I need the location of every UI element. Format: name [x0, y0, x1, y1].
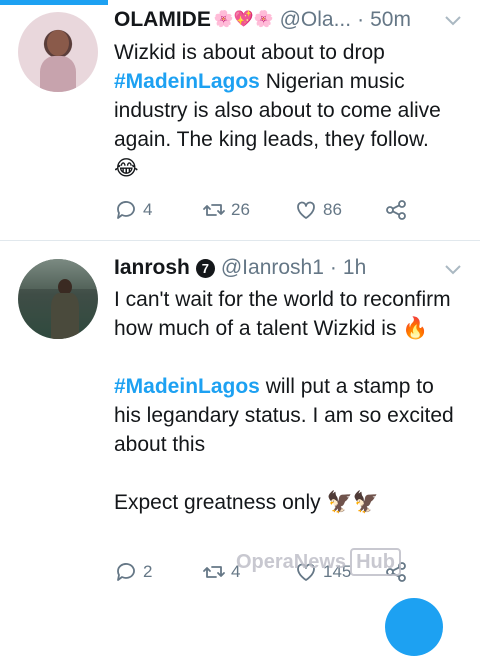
tweet-actions: 4 26 86 [114, 195, 408, 225]
chevron-down-icon[interactable] [444, 11, 462, 29]
name-emoji: 🌸💖🌸 [213, 11, 274, 28]
author-handle[interactable]: @Ianrosh1 [221, 254, 324, 282]
like-button[interactable]: 86 [294, 198, 384, 222]
tweet-header: Ianrosh 7 @Ianrosh1 · 1h [114, 254, 464, 282]
tweet-paragraph: Expect greatness only 🦅🦅 [114, 491, 379, 514]
like-count: 86 [323, 200, 342, 219]
share-button[interactable] [384, 198, 408, 222]
hashtag-link[interactable]: #MadeinLagos [114, 70, 260, 93]
like-icon [297, 201, 315, 219]
tweet-text-part: Wizkid is about about to drop [114, 41, 385, 64]
tweet-time: 50m [370, 8, 411, 31]
reply-button[interactable]: 4 [114, 198, 202, 222]
reply-icon [117, 201, 135, 219]
laughing-emoji: 😂 [114, 157, 139, 180]
watermark-hub: Hub [350, 548, 401, 576]
tweet-card[interactable]: OLAMIDE 🌸💖🌸 @Ola... · 50m Wizkid is abou… [0, 0, 480, 241]
retweet-button[interactable]: 26 [202, 198, 294, 222]
reply-count: 4 [143, 200, 153, 219]
reply-button[interactable]: 2 [114, 560, 202, 584]
opera-news-hub-watermark: OperaNews Hub [236, 540, 468, 584]
avatar[interactable] [18, 12, 98, 92]
tweet-text: Wizkid is about about to drop #MadeinLag… [114, 38, 462, 183]
separator-dot: · [357, 8, 365, 31]
reply-count: 2 [143, 562, 153, 581]
watermark-brand: OperaNews [236, 550, 347, 573]
share-icon [386, 200, 406, 220]
author-name[interactable]: Ianrosh [114, 254, 190, 282]
retweet-icon [203, 566, 225, 578]
tweet-paragraph: #MadeinLagos will put a stamp to his leg… [114, 372, 462, 459]
author-name[interactable]: OLAMIDE [114, 6, 211, 34]
tweet-time: 1h [342, 256, 367, 279]
tweet-paragraph: I can't wait for the world to reconfirm … [114, 288, 451, 340]
separator-dot: · [329, 256, 337, 279]
chevron-down-icon[interactable] [444, 260, 462, 278]
tweet-header: OLAMIDE 🌸💖🌸 @Ola... · 50m [114, 6, 464, 34]
verified-badge-icon: 7 [195, 258, 215, 278]
avatar[interactable] [18, 259, 98, 339]
retweet-icon [203, 204, 225, 216]
hashtag-link[interactable]: #MadeinLagos [114, 375, 260, 398]
reply-icon [117, 563, 135, 581]
author-handle[interactable]: @Ola... [280, 6, 352, 34]
retweet-count: 26 [231, 200, 250, 219]
tweet-text: I can't wait for the world to reconfirm … [114, 285, 462, 517]
